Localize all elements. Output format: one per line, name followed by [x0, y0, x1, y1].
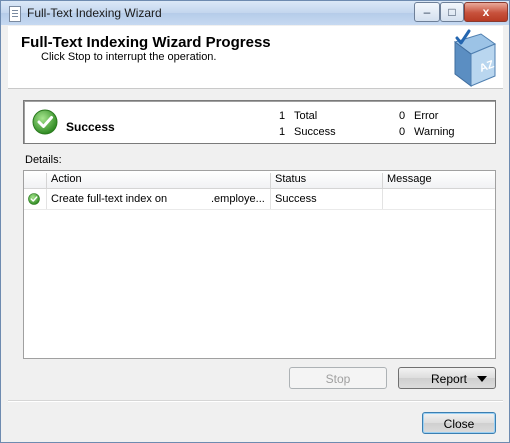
row-icon-cell	[24, 189, 47, 209]
warning-label: Warning	[414, 126, 455, 138]
stop-button[interactable]: Stop	[289, 367, 387, 389]
divider	[8, 400, 503, 402]
row-message-cell	[383, 189, 495, 209]
table-row[interactable]: Create full-text index on .employe... Su…	[24, 189, 495, 210]
wizard-window: Full-Text Indexing Wizard – □ x Full-Tex…	[0, 0, 510, 443]
book-az-icon: AZ	[453, 29, 496, 87]
page-subtitle: Click Stop to interrupt the operation.	[41, 51, 217, 63]
close-button[interactable]: Close	[422, 412, 496, 434]
page-title: Full-Text Indexing Wizard Progress	[21, 34, 271, 51]
column-header-message[interactable]: Message	[383, 173, 495, 188]
warning-count: 0	[399, 126, 406, 138]
row-action-object: .employe...	[211, 193, 265, 205]
total-count: 1	[279, 110, 286, 122]
summary-status: Success	[66, 120, 115, 134]
details-grid[interactable]: Action Status Message Create full-text i…	[23, 170, 496, 359]
column-header-action[interactable]: Action	[47, 173, 271, 188]
column-header-icon	[24, 173, 47, 188]
details-label: Details:	[25, 154, 62, 166]
report-button[interactable]: Report	[398, 367, 496, 389]
maximize-button[interactable]: □	[440, 2, 464, 22]
success-check-icon	[32, 109, 58, 135]
close-window-button[interactable]: x	[464, 2, 508, 22]
report-button-label: Report	[431, 372, 468, 386]
wizard-header: Full-Text Indexing Wizard Progress Click…	[8, 26, 503, 89]
document-icon	[9, 6, 21, 22]
row-status-cell: Success	[271, 189, 383, 209]
total-label: Total	[294, 110, 318, 122]
window-title: Full-Text Indexing Wizard	[27, 6, 162, 20]
row-action-cell: Create full-text index on .employe...	[47, 189, 271, 209]
grid-header: Action Status Message	[24, 171, 495, 189]
minimize-button[interactable]: –	[414, 2, 440, 22]
error-count: 0	[399, 110, 406, 122]
summary-panel: Success 1 Total 1 Success 0 Error 0 Warn…	[23, 100, 496, 144]
dropdown-arrow-icon	[477, 376, 487, 382]
success-check-icon	[28, 193, 40, 205]
column-header-status[interactable]: Status	[271, 173, 383, 188]
title-bar[interactable]: Full-Text Indexing Wizard – □ x	[1, 1, 509, 25]
row-action-text: Create full-text index on	[51, 193, 168, 205]
success-label: Success	[294, 126, 336, 138]
error-label: Error	[414, 110, 439, 122]
success-count: 1	[279, 126, 286, 138]
